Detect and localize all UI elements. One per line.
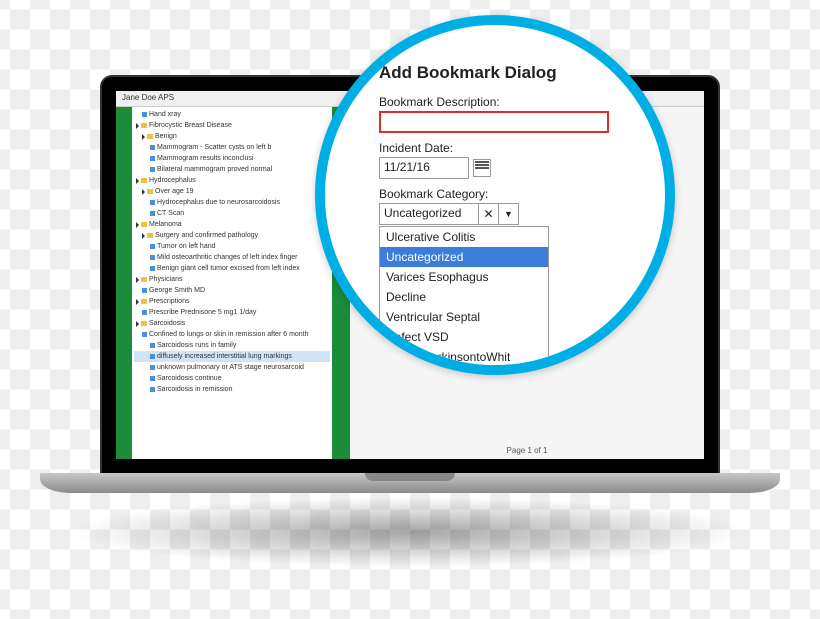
tree-item[interactable]: Benign [134,131,330,142]
dropdown-option[interactable]: Uncategorized [380,247,548,267]
tree-item[interactable]: Mammogram - Scatter cysts on left b [134,142,330,153]
incident-date-label: Incident Date: [379,141,649,155]
dropdown-option[interactable]: Decline [380,287,548,307]
category-dropdown[interactable]: Ulcerative ColitisUncategorizedVarices E… [379,226,549,368]
tree-item[interactable]: Hand xray [134,109,330,120]
tree-item[interactable]: Physicians [134,274,330,285]
laptop-shadow [70,497,750,567]
category-value: Uncategorized [380,204,478,224]
tree-item[interactable]: Sarcoidosis [134,318,330,329]
page-indicator: Page 1 of 1 [350,446,704,455]
left-rail [116,107,132,459]
tree-item[interactable]: George Smith MD [134,285,330,296]
tree-item[interactable]: Prescribe Prednisone 5 mg1 1/day [134,307,330,318]
tree-item[interactable]: Fibrocystic Breast Disease [134,120,330,131]
tree-item[interactable]: Benign giant cell tumor excised from lef… [134,263,330,274]
tree-item[interactable]: Over age 19 [134,186,330,197]
tree-item[interactable]: Sarcoidosis continue [134,373,330,384]
laptop-base [40,473,780,493]
tree-item[interactable]: Bilateral mammogram proved normal [134,164,330,175]
dropdown-option[interactable]: Varices Esophagus [380,267,548,287]
calendar-icon[interactable] [473,159,491,177]
tree-item[interactable]: Hydrocephalus [134,175,330,186]
tree-item[interactable]: Prescriptions [134,296,330,307]
tree-item[interactable]: Confined to lungs or skin in remission a… [134,329,330,340]
tree-item[interactable]: Sarcoidosis in remission [134,384,330,395]
tree-item[interactable]: Tumor on left hand [134,241,330,252]
document-tree[interactable]: Hand xrayFibrocystic Breast DiseaseBenig… [132,107,332,459]
dropdown-option[interactable]: Defect VSD [380,327,548,347]
tree-item[interactable]: unknown pulmonary or ATS stage neurosarc… [134,362,330,373]
dialog-title: Add Bookmark Dialog [379,63,649,83]
dropdown-option[interactable]: Ventricular Septal [380,307,548,327]
tree-item[interactable]: Mammogram results inconclusi [134,153,330,164]
dropdown-option[interactable]: WolfftoParkinsontoWhit [380,347,548,367]
category-select[interactable]: Uncategorized ✕ ▼ [379,203,519,225]
magnifier-overlay: Add Bookmark Dialog ⤢ Bookmark Descripti… [315,15,675,375]
dropdown-option[interactable]: Ulcerative Colitis [380,227,548,247]
incident-date-input[interactable]: 11/21/16 [379,157,469,179]
category-label: Bookmark Category: [379,187,649,201]
clear-icon[interactable]: ✕ [478,204,498,224]
tree-item[interactable]: CT Scan [134,208,330,219]
chevron-down-icon[interactable]: ▼ [498,204,518,224]
tree-item[interactable]: Melanoma [134,219,330,230]
tree-item[interactable]: diffusely increased interstitial lung ma… [134,351,330,362]
description-input[interactable] [379,111,609,133]
tree-item[interactable]: Hydrocephalus due to neurosarcoidosis [134,197,330,208]
tree-item[interactable]: Mild osteoarthritic changes of left inde… [134,252,330,263]
tree-item[interactable]: Sarcoidosis runs in family [134,340,330,351]
tree-item[interactable]: Surgery and confirmed pathology [134,230,330,241]
description-label: Bookmark Description: [379,95,649,109]
